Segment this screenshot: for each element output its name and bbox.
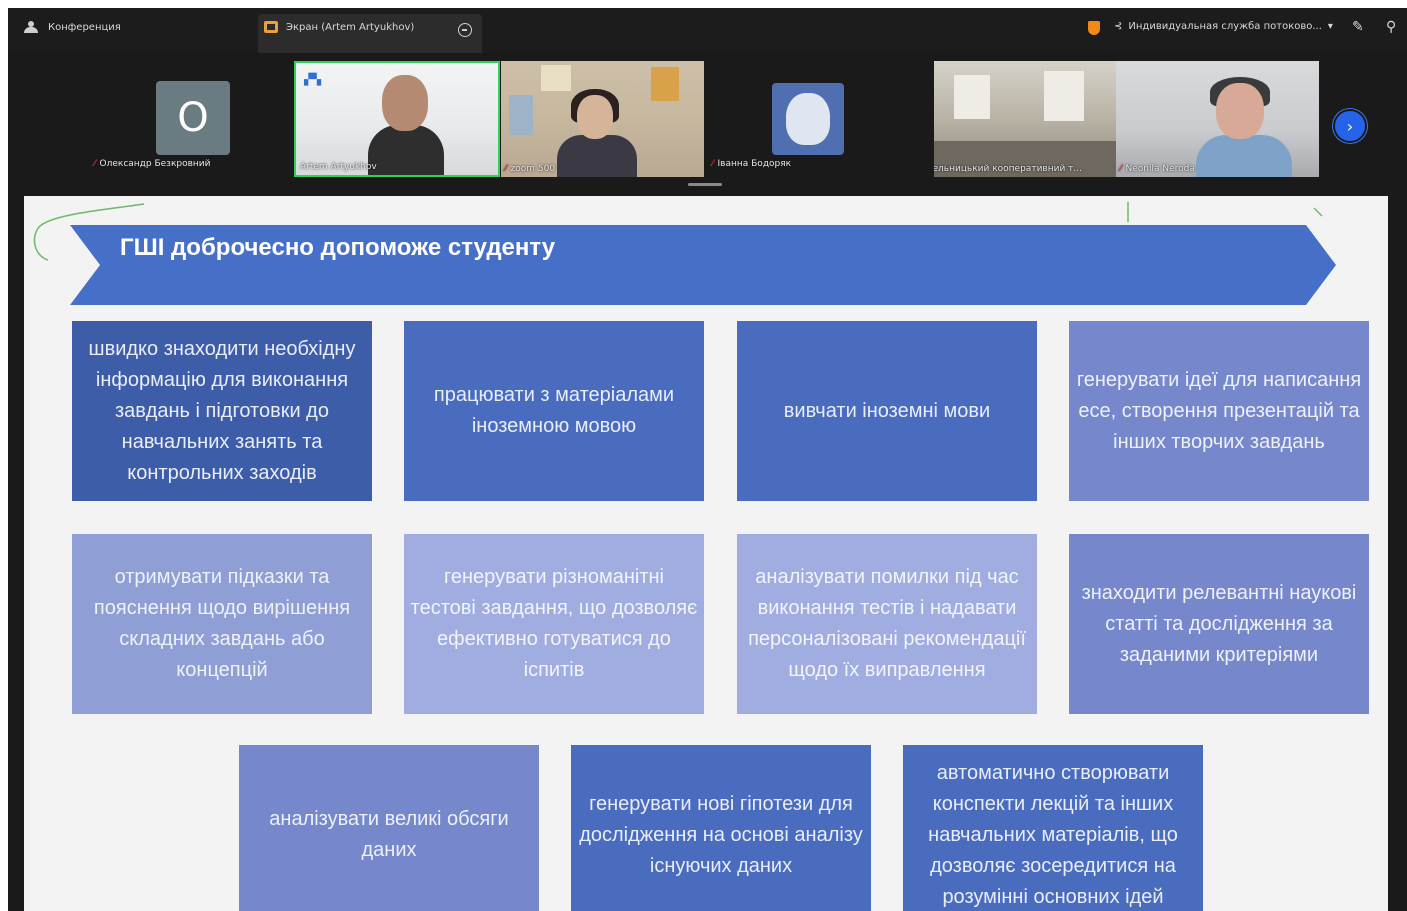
annotation-stroke xyxy=(1127,202,1323,222)
conference-label: Конференция xyxy=(48,21,121,33)
next-page-button[interactable]: › xyxy=(1333,109,1367,143)
stop-share-button[interactable] xyxy=(458,23,472,37)
slide-card: швидко знаходити необхідну інформацію дл… xyxy=(72,321,372,501)
mic-muted-icon: ⁄ xyxy=(712,159,714,169)
participant-name: ⁄Хмельницький кооперативний т... xyxy=(934,164,1082,174)
participant-strip: О ⁄ Олександр Безкровний ▞▚ Artem Artyukh… xyxy=(8,53,1407,193)
screen-share-icon xyxy=(264,21,278,33)
slide-card: знаходити релевантні наукові статті та д… xyxy=(1069,534,1369,714)
screen-share-tab-content[interactable]: Экран (Artem Artyukhov) xyxy=(264,21,414,33)
video-tile-neonila[interactable]: ⁄ Neonila Neroda xyxy=(1116,61,1319,177)
mic-muted-icon: ⁄ xyxy=(1120,164,1122,174)
chevron-down-icon: ▾ xyxy=(1327,21,1333,32)
pin-button[interactable]: ⚲ xyxy=(1386,19,1396,35)
slide-card: аналізувати помилки під час виконання те… xyxy=(737,534,1037,714)
logo: ▞▚ xyxy=(304,73,321,86)
participant-avatar-image xyxy=(772,83,844,155)
broadcast-icon: ⊰ xyxy=(1114,21,1123,32)
annotate-button[interactable]: ✎ xyxy=(1352,19,1364,35)
video-tile-artem[interactable]: ▞▚ Artem Artyukhov xyxy=(294,61,500,177)
shield-icon xyxy=(1088,21,1100,35)
top-bar: Конференция Экран (Artem Artyukhov) ⊰ Ин… xyxy=(8,8,1407,53)
slide-card: отримувати підказки та пояснення щодо ви… xyxy=(72,534,372,714)
slide-card: вивчати іноземні мови xyxy=(737,321,1037,501)
participant-name: ⁄ Олександр Безкровний xyxy=(94,159,211,169)
slide-card: аналізувати великі обсяги даних xyxy=(239,745,539,911)
pen-icon: ✎ xyxy=(1352,19,1364,35)
mic-muted-icon: ⁄ xyxy=(505,164,507,174)
participant-name: Artem Artyukhov xyxy=(300,162,377,172)
video-tile-hall[interactable]: ⁄Хмельницький кооперативний т... xyxy=(934,61,1116,177)
slide-card: генерувати ідеї для написання есе, створ… xyxy=(1069,321,1369,501)
screen-share-tab[interactable] xyxy=(258,14,482,53)
shared-screen-slide: ГШІ доброчесно допоможе студенту швидко … xyxy=(24,196,1388,911)
slide-card: працювати з матеріалами іноземною мовою xyxy=(404,321,704,501)
participant-name: ⁄ Neonila Neroda xyxy=(1120,164,1195,174)
conference-icon xyxy=(24,21,38,33)
participant-name: ⁄ zoom 500 xyxy=(505,164,556,174)
slide-title: ГШІ доброчесно допоможе студенту xyxy=(120,234,556,261)
participant-video xyxy=(368,73,444,175)
security-indicator[interactable] xyxy=(1088,21,1110,35)
screen-share-label: Экран (Artem Artyukhov) xyxy=(286,21,415,33)
stream-dropdown[interactable]: ⊰ Индивидуальная служба потоково... ▾ xyxy=(1114,21,1333,32)
minus-circle-icon xyxy=(458,23,472,37)
slide-card: генерувати нові гіпотези для дослідження… xyxy=(571,745,871,911)
mic-muted-icon: ⁄ xyxy=(94,159,96,169)
zoom-window: Конференция Экран (Artem Artyukhov) ⊰ Ин… xyxy=(8,8,1407,911)
slide-card: автоматично створювати конспекти лекцій … xyxy=(903,745,1203,911)
stream-label: Индивидуальная служба потоково... xyxy=(1128,21,1322,32)
participant-name: ⁄ Іванна Бодоряк xyxy=(712,159,792,169)
participant-avatar: О xyxy=(156,81,230,155)
chevron-right-icon: › xyxy=(1346,116,1354,136)
video-tile-zoom500[interactable]: ⁄ zoom 500 xyxy=(501,61,704,177)
conference-menu[interactable]: Конференция xyxy=(24,21,121,33)
strip-scrollbar[interactable] xyxy=(688,183,722,186)
slide-card: генерувати різноманітні тестові завдання… xyxy=(404,534,704,714)
pin-icon: ⚲ xyxy=(1386,19,1397,35)
